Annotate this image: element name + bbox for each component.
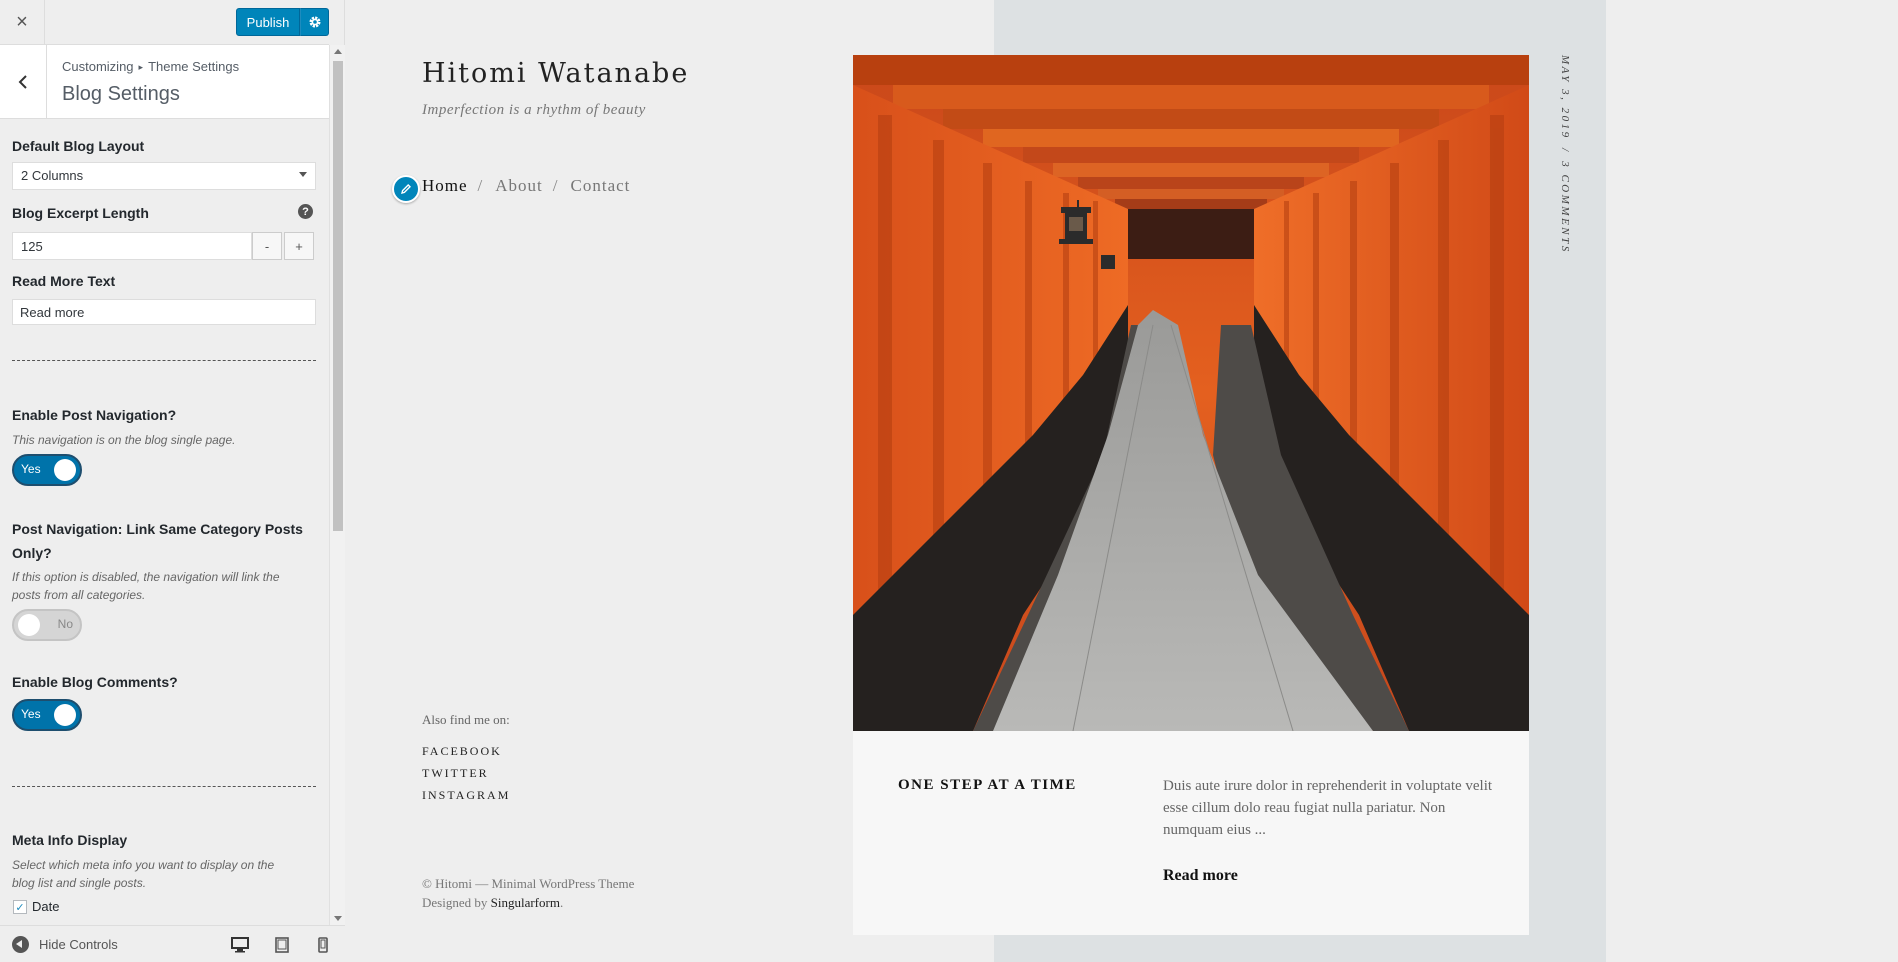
chevron-left-icon (18, 74, 27, 89)
designed-by-prefix: Designed by (422, 895, 491, 910)
nav-separator: / (552, 176, 559, 195)
post-date: MAY 3, 2019 (1559, 55, 1571, 140)
post-navigation-label: Enable Post Navigation? (12, 407, 177, 423)
post-card: ONE STEP AT A TIME Duis aute irure dolor… (853, 55, 1529, 935)
post-navigation-toggle[interactable]: Yes (12, 454, 82, 486)
toggle-label: Yes (21, 462, 41, 476)
publish-button[interactable]: Publish (236, 8, 300, 36)
designed-by-line: Designed by Singularform. (422, 893, 634, 912)
post-title[interactable]: ONE STEP AT A TIME (898, 777, 1077, 794)
post-excerpt: Duis aute irure dolor in reprehenderit i… (1163, 778, 1493, 838)
nav-about[interactable]: About (495, 176, 543, 196)
social-link-instagram[interactable]: INSTAGRAM (422, 788, 510, 803)
customizer-footer: Hide Controls (0, 925, 345, 962)
collapse-icon (12, 936, 29, 953)
same-category-label-line2: Only? (12, 545, 52, 561)
layout-label: Default Blog Layout (12, 138, 145, 154)
gear-icon (309, 16, 320, 28)
blog-layout-select[interactable]: 2 Columns (12, 162, 316, 190)
toggle-label: No (57, 617, 73, 631)
social-link-facebook[interactable]: FACEBOOK (422, 744, 502, 759)
toggle-knob (18, 614, 40, 636)
date-checkbox[interactable]: ✓ (13, 900, 27, 914)
customizer-header: × Publish (0, 0, 329, 45)
date-checkbox-label: Date (32, 899, 60, 914)
post-meta: MAY 3, 2019 / 3 COMMENTS (1559, 55, 1571, 254)
preview-tablet-button[interactable] (271, 934, 293, 956)
decrement-button[interactable]: - (252, 232, 282, 260)
breadcrumb-root: Customizing (62, 59, 134, 74)
meta-info-description-line2: blog list and single posts. (12, 876, 147, 890)
site-title[interactable]: Hitomi Watanabe (422, 58, 689, 89)
tablet-icon (275, 937, 289, 953)
post-featured-image[interactable] (853, 55, 1529, 731)
post-comments-link[interactable]: 3 COMMENTS (1559, 161, 1571, 254)
same-category-label-line1: Post Navigation: Link Same Category Post… (12, 521, 303, 537)
excerpt-length-input[interactable] (12, 232, 252, 260)
same-category-description-line2: posts from all categories. (12, 588, 146, 602)
close-button[interactable]: × (0, 0, 45, 45)
copyright-text: © Hitomi — Minimal WordPress Theme (422, 876, 635, 891)
back-button[interactable] (0, 45, 47, 118)
preview-right-area (1606, 0, 1898, 962)
preview-mobile-button[interactable] (312, 934, 334, 956)
controls-panel: Default Blog Layout 2 Columns Blog Excer… (0, 120, 329, 920)
mobile-icon (318, 937, 328, 953)
read-more-link[interactable]: Read more (1163, 867, 1238, 885)
scroll-up-icon[interactable] (334, 49, 342, 54)
nav-separator: / (477, 176, 484, 195)
increment-button[interactable]: + (284, 232, 314, 260)
site-tagline: Imperfection is a rhythm of beauty (422, 102, 646, 118)
close-icon: × (16, 11, 28, 33)
scrollbar-thumb[interactable] (333, 61, 343, 531)
publish-settings-button[interactable] (300, 8, 329, 36)
scroll-down-icon[interactable] (334, 916, 342, 921)
toggle-label: Yes (21, 707, 41, 721)
post-navigation-description: This navigation is on the blog single pa… (12, 433, 236, 447)
section-title: Blog Settings (62, 83, 180, 105)
pencil-icon (401, 184, 411, 194)
breadcrumb: Customizing ▸ Theme Settings (62, 59, 239, 74)
site-footer-credits: © Hitomi — Minimal WordPress Theme Desig… (422, 874, 634, 912)
nav-home[interactable]: Home (422, 176, 468, 196)
meta-info-description-line1: Select which meta info you want to displ… (12, 858, 275, 872)
read-more-label: Read More Text (12, 273, 116, 289)
site-preview: Hitomi Watanabe Imperfection is a rhythm… (346, 0, 1898, 962)
excerpt-length-label: Blog Excerpt Length (12, 205, 149, 221)
same-category-toggle[interactable]: No (12, 609, 82, 641)
help-icon[interactable]: ? (298, 204, 313, 219)
blog-layout-value: 2 Columns (21, 168, 84, 183)
read-more-input[interactable] (12, 299, 316, 325)
meta-separator: / (1559, 147, 1571, 154)
same-category-description-line1: If this option is disabled, the navigati… (12, 570, 280, 584)
toggle-knob (54, 704, 76, 726)
find-me-heading: Also find me on: (422, 712, 510, 727)
blog-comments-toggle[interactable]: Yes (12, 699, 82, 731)
breadcrumb-separator: ▸ (138, 62, 144, 72)
edit-shortcut-button[interactable] (392, 175, 420, 203)
checkmark-icon: ✓ (15, 901, 25, 914)
preview-desktop-button[interactable] (229, 934, 251, 956)
divider (12, 360, 316, 361)
desktop-icon (231, 937, 249, 953)
main-navigation: Home / About / Contact (422, 176, 630, 196)
toggle-knob (54, 459, 76, 481)
divider (12, 786, 316, 787)
designed-by-suffix: . (559, 895, 564, 910)
meta-info-label: Meta Info Display (12, 832, 128, 848)
chevron-down-icon (299, 172, 307, 177)
hide-controls-button[interactable]: Hide Controls (12, 936, 118, 953)
designer-link[interactable]: Singularform (491, 895, 560, 910)
social-link-twitter[interactable]: TWITTER (422, 766, 489, 781)
hide-controls-label: Hide Controls (39, 937, 118, 952)
sidebar-scrollbar[interactable] (329, 45, 345, 925)
blog-comments-label: Enable Blog Comments? (12, 674, 178, 690)
customizer-sidebar: × Publish Customizing ▸ Theme Settings Blo… (0, 0, 345, 962)
nav-contact[interactable]: Contact (571, 176, 631, 196)
breadcrumb-parent: Theme Settings (148, 59, 240, 74)
section-header: Customizing ▸ Theme Settings Blog Settings (0, 45, 329, 119)
